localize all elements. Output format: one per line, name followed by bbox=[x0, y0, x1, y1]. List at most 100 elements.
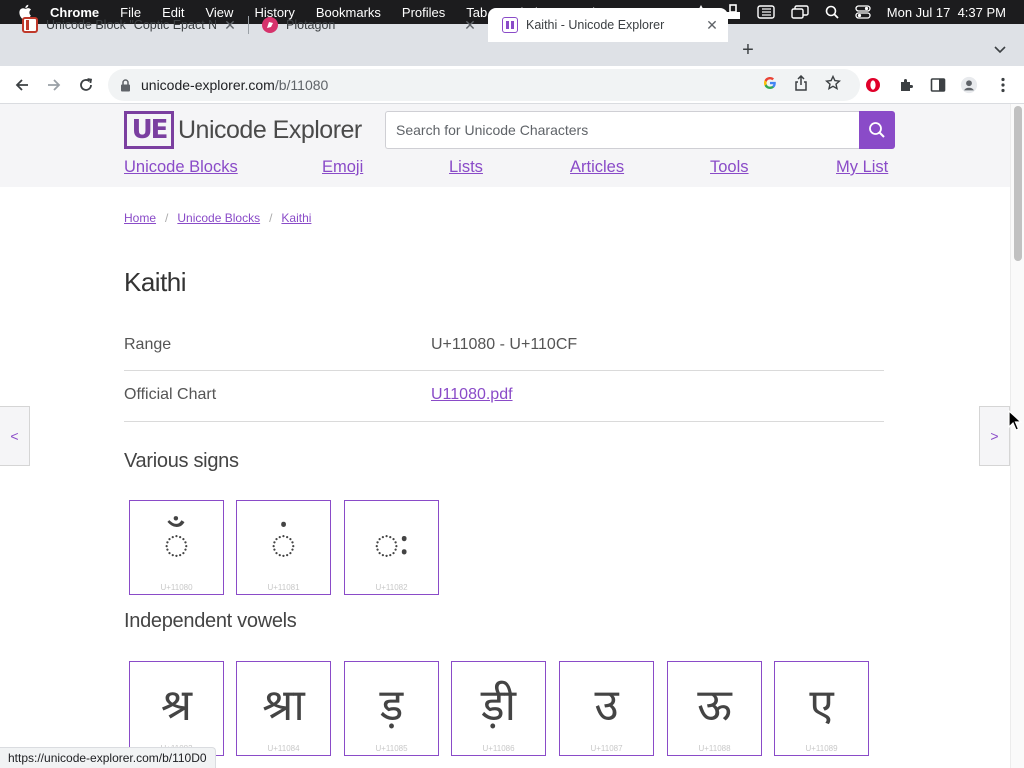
char-code: U+11085 bbox=[375, 744, 408, 753]
divider bbox=[124, 421, 884, 422]
next-block-button[interactable]: > bbox=[979, 406, 1010, 466]
profile-avatar-icon[interactable] bbox=[960, 76, 978, 94]
tab-title: Unicode Block "Coptic Epact N bbox=[46, 18, 216, 32]
tab-title: Kaithi - Unicode Explorer bbox=[526, 18, 665, 32]
search-input[interactable] bbox=[385, 111, 859, 149]
section-title-independent-vowels: Independent vowels bbox=[124, 610, 297, 632]
tab-kaithi-active[interactable]: Kaithi - Unicode Explorer ✕ bbox=[488, 8, 728, 42]
char-cell[interactable]: ◌𑂂 U+11082 bbox=[344, 500, 439, 595]
official-chart-label: Official Chart bbox=[124, 386, 217, 403]
breadcrumb-home[interactable]: Home bbox=[124, 211, 156, 225]
breadcrumb-separator: / bbox=[165, 211, 169, 225]
breadcrumb: Home / Unicode Blocks / Kaithi bbox=[124, 211, 311, 225]
char-glyph: श्रा bbox=[262, 680, 305, 731]
char-code: U+11084 bbox=[267, 744, 300, 753]
url-path: /b/11080 bbox=[274, 77, 329, 93]
char-code: U+11081 bbox=[267, 583, 300, 592]
search-icon bbox=[869, 122, 885, 138]
breadcrumb-unicode-blocks[interactable]: Unicode Blocks bbox=[177, 211, 260, 225]
nav-unicode-blocks[interactable]: Unicode Blocks bbox=[124, 158, 238, 177]
char-cell[interactable]: ◌𑂁 U+11081 bbox=[236, 500, 331, 595]
site-header: UE Unicode Explorer Unicode Blocks Emoji… bbox=[0, 104, 1010, 187]
google-icon[interactable] bbox=[761, 74, 779, 92]
char-code: U+11082 bbox=[375, 583, 408, 592]
list-icon[interactable] bbox=[757, 5, 775, 19]
nav-emoji[interactable]: Emoji bbox=[322, 158, 363, 177]
mouse-pointer-icon bbox=[1008, 409, 1023, 437]
char-cell[interactable]: श्र U+11083 bbox=[129, 661, 224, 756]
official-chart-row: Official Chart U11080.pdf bbox=[124, 370, 884, 420]
char-code: U+11088 bbox=[698, 744, 731, 753]
char-code: U+11080 bbox=[160, 583, 193, 592]
screen-mirror-icon[interactable] bbox=[791, 5, 809, 19]
tab-plotagon[interactable]: Plotagon ✕ bbox=[248, 8, 486, 42]
char-cell[interactable]: उ U+11087 bbox=[559, 661, 654, 756]
search-button[interactable] bbox=[859, 111, 895, 149]
breadcrumb-kaithi[interactable]: Kaithi bbox=[281, 211, 311, 225]
char-glyph: ऊ bbox=[697, 680, 732, 731]
char-code: U+11087 bbox=[590, 744, 623, 753]
nav-my-list[interactable]: My List bbox=[836, 158, 888, 177]
nav-tools[interactable]: Tools bbox=[710, 158, 749, 177]
char-cell[interactable]: ड़ U+11085 bbox=[344, 661, 439, 756]
previous-block-button[interactable]: < bbox=[0, 406, 30, 466]
tab-close-icon[interactable]: ✕ bbox=[704, 17, 720, 33]
opera-extension-icon[interactable] bbox=[864, 76, 882, 94]
char-glyph: ◌𑂂 bbox=[373, 519, 410, 570]
share-icon[interactable] bbox=[792, 74, 810, 92]
char-code: U+11089 bbox=[805, 744, 838, 753]
char-glyph: ड़ bbox=[379, 680, 404, 731]
char-glyph: श्र bbox=[160, 680, 193, 731]
official-chart-link[interactable]: U11080.pdf bbox=[431, 386, 513, 403]
char-cell[interactable]: ड़ी U+11086 bbox=[451, 661, 546, 756]
char-glyph: ड़ी bbox=[481, 680, 516, 731]
char-cell[interactable]: श्रा U+11084 bbox=[236, 661, 331, 756]
plotagon-favicon-icon bbox=[262, 17, 278, 33]
char-code: U+11086 bbox=[482, 744, 515, 753]
url-host: unicode-explorer.com bbox=[141, 77, 275, 93]
tab-close-icon[interactable]: ✕ bbox=[462, 17, 478, 33]
menubar-status-area: Mon Jul 17 4:37 PM bbox=[693, 0, 1006, 24]
coptic-favicon-icon bbox=[22, 17, 38, 33]
bookmark-star-icon[interactable] bbox=[824, 74, 842, 92]
back-arrow-icon[interactable] bbox=[10, 73, 34, 97]
nav-articles[interactable]: Articles bbox=[570, 158, 624, 177]
logo-text: Unicode Explorer bbox=[178, 115, 362, 144]
char-cell[interactable]: ऊ U+11088 bbox=[667, 661, 762, 756]
reload-icon[interactable] bbox=[74, 73, 98, 97]
browser-toolbar: unicode-explorer.com/b/11080 bbox=[0, 66, 1024, 104]
extensions-puzzle-icon[interactable] bbox=[897, 76, 915, 94]
tab-close-icon[interactable]: ✕ bbox=[222, 17, 238, 33]
control-center-icon[interactable] bbox=[855, 5, 871, 19]
chrome-menu-kebab-icon[interactable] bbox=[994, 76, 1012, 94]
lock-icon[interactable] bbox=[120, 78, 131, 92]
logo-mark: UE bbox=[124, 111, 174, 149]
page-title: Kaithi bbox=[124, 267, 187, 297]
menubar-clock[interactable]: Mon Jul 17 4:37 PM bbox=[887, 5, 1006, 20]
section-title-various-signs: Various signs bbox=[124, 450, 239, 472]
page-viewport: UE Unicode Explorer Unicode Blocks Emoji… bbox=[0, 104, 1024, 768]
breadcrumb-separator: / bbox=[269, 211, 273, 225]
side-panel-icon[interactable] bbox=[929, 76, 947, 94]
range-row: Range U+11080 - U+110CF bbox=[124, 320, 884, 370]
tab-coptic-epact[interactable]: Unicode Block "Coptic Epact N ✕ bbox=[8, 8, 246, 42]
site-logo[interactable]: UE Unicode Explorer bbox=[124, 111, 362, 149]
char-glyph: ए bbox=[809, 680, 834, 731]
nav-lists[interactable]: Lists bbox=[449, 158, 483, 177]
site-search bbox=[385, 111, 895, 149]
scrollbar-thumb[interactable] bbox=[1014, 106, 1022, 261]
new-tab-plus-icon[interactable]: + bbox=[736, 38, 760, 62]
tab-search-chevron-icon[interactable] bbox=[990, 40, 1010, 60]
unicode-explorer-favicon-icon bbox=[502, 17, 518, 33]
range-label: Range bbox=[124, 336, 172, 353]
address-bar[interactable]: unicode-explorer.com/b/11080 bbox=[108, 69, 860, 101]
char-cell[interactable]: ए U+11089 bbox=[774, 661, 869, 756]
tab-title: Plotagon bbox=[286, 18, 336, 32]
char-glyph: ◌𑂀 bbox=[163, 519, 190, 570]
range-value: U+11080 - U+110CF bbox=[431, 336, 578, 353]
char-cell[interactable]: ◌𑂀 U+11080 bbox=[129, 500, 224, 595]
spotlight-search-icon[interactable] bbox=[825, 5, 839, 19]
address-url: unicode-explorer.com/b/11080 bbox=[141, 77, 328, 93]
char-glyph: उ bbox=[594, 680, 619, 731]
forward-arrow-icon[interactable] bbox=[42, 73, 66, 97]
